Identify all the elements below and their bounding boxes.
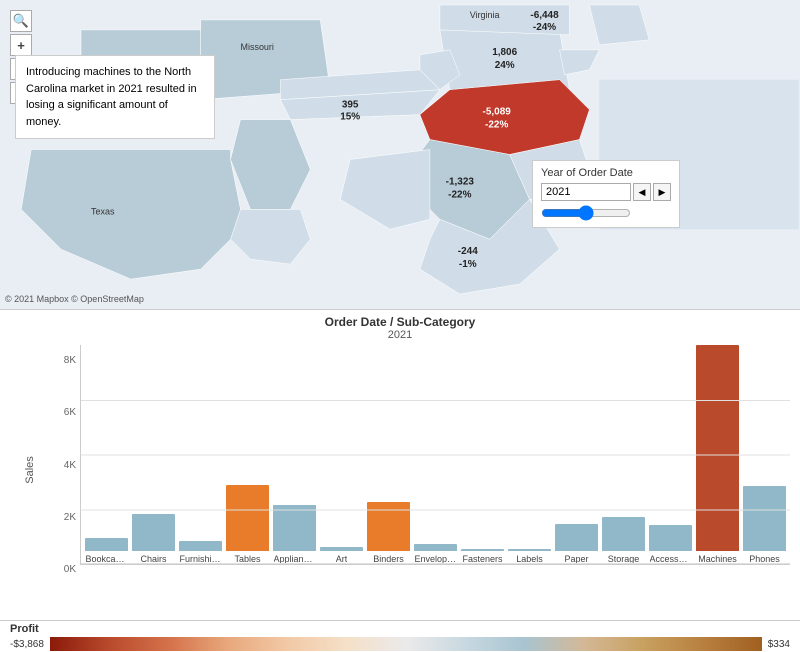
ga-pct: -22% (448, 189, 471, 200)
bar-group-3: Tables (226, 345, 269, 564)
y-tick-4k: 4K (64, 460, 76, 471)
profit-section: Profit -$3,868 $334 (0, 620, 800, 652)
bar-group-7: Envelopes (414, 345, 457, 564)
y-tick-8k: 8K (64, 355, 76, 366)
bar-label-4: Applianc... (274, 554, 316, 564)
bar-label-8: Fasteners (462, 554, 502, 564)
bar-group-13: Machines (696, 345, 739, 564)
profit-max: $334 (768, 639, 790, 650)
bar-applianc[interactable] (273, 505, 316, 551)
tn-pct: 15% (340, 112, 360, 123)
chart-title: Order Date / Sub-Category (10, 315, 790, 329)
bar-accessor[interactable] (649, 525, 692, 551)
bar-furnishin[interactable] (179, 541, 222, 551)
nc-pct: -22% (485, 120, 508, 131)
bar-label-0: Bookcases (86, 554, 128, 564)
missouri-label: Missouri (241, 42, 274, 52)
chart-subtitle: 2021 (10, 329, 790, 341)
bar-storage[interactable] (602, 517, 645, 551)
bar-label-3: Tables (234, 554, 260, 564)
fl-value: -244 (458, 246, 478, 257)
map-tooltip: Introducing machines to the North Caroli… (15, 55, 215, 139)
chart-section: Order Date / Sub-Category 2021 Sales 8K … (0, 310, 800, 620)
tn-value: 395 (342, 100, 359, 111)
year-filter: Year of Order Date 2021 ◀ ▶ (532, 160, 680, 228)
bars-container: Bookcases Chairs Furnishin... Tables Applian… (80, 345, 790, 565)
bar-group-1: Chairs (132, 345, 175, 564)
profit-label: Profit (10, 623, 39, 635)
bar-art[interactable] (320, 547, 363, 551)
search-btn[interactable]: 🔍 (10, 10, 32, 32)
year-filter-label: Year of Order Date (541, 167, 671, 179)
bar-envelopes[interactable] (414, 544, 457, 551)
year-prev-btn[interactable]: ◀ (633, 183, 651, 201)
bar-group-10: Paper (555, 345, 598, 564)
bar-label-13: Machines (698, 554, 737, 564)
pa-value: -6,448 (530, 10, 559, 21)
virginia-label: Virginia (470, 10, 500, 20)
tooltip-text: Introducing machines to the North Caroli… (26, 66, 197, 128)
year-slider[interactable] (541, 205, 631, 221)
map-section: Kansas Missouri Virginia -5,089 -22% 1,8… (0, 0, 800, 310)
year-next-btn[interactable]: ▶ (653, 183, 671, 201)
bar-label-9: Labels (516, 554, 543, 564)
bar-group-12: Accessor... (649, 345, 692, 564)
fl-pct: -1% (459, 259, 477, 270)
bar-group-9: Labels (508, 345, 551, 564)
bar-machines[interactable] (696, 345, 739, 551)
bar-label-2: Furnishin... (180, 554, 222, 564)
map-copyright: © 2021 Mapbox © OpenStreetMap (5, 294, 144, 304)
bar-binders[interactable] (367, 502, 410, 551)
bar-phones[interactable] (743, 486, 786, 551)
bar-group-0: Bookcases (85, 345, 128, 564)
bar-labels[interactable] (508, 549, 551, 551)
year-input[interactable]: 2021 (541, 183, 631, 201)
state-nj (589, 5, 649, 45)
bar-bookcases[interactable] (85, 538, 128, 551)
bar-label-14: Phones (749, 554, 780, 564)
va-pct: 24% (495, 60, 515, 71)
bar-label-10: Paper (564, 554, 588, 564)
bar-fasteners[interactable] (461, 549, 504, 551)
bar-group-11: Storage (602, 345, 645, 564)
bar-paper[interactable] (555, 524, 598, 551)
y-axis: 8K 6K 4K 2K 0K (50, 355, 80, 575)
bar-group-2: Furnishin... (179, 345, 222, 564)
bar-label-7: Envelopes (415, 554, 457, 564)
bar-label-6: Binders (373, 554, 404, 564)
texas-label: Texas (91, 206, 115, 216)
y-tick-0k: 0K (64, 564, 76, 575)
bar-chairs[interactable] (132, 514, 175, 551)
va-value: 1,806 (492, 47, 517, 58)
profit-min: -$3,868 (10, 639, 44, 650)
profit-gradient-bar (50, 637, 762, 651)
bar-label-12: Accessor... (650, 554, 692, 564)
bar-group-8: Fasteners (461, 345, 504, 564)
bar-label-1: Chairs (140, 554, 166, 564)
chart-area: Sales 8K 6K 4K 2K 0K Bookcases Chairs Furn… (10, 345, 790, 585)
pa-pct: -24% (533, 22, 556, 33)
bar-label-5: Art (336, 554, 348, 564)
nc-value: -5,089 (483, 107, 512, 118)
ga-value: -1,323 (446, 176, 475, 187)
bar-group-6: Binders (367, 345, 410, 564)
zoom-in-btn[interactable]: + (10, 34, 32, 56)
bar-tables[interactable] (226, 485, 269, 551)
bar-group-14: Phones (743, 345, 786, 564)
bar-group-4: Applianc... (273, 345, 316, 564)
y-tick-2k: 2K (64, 512, 76, 523)
bar-group-5: Art (320, 345, 363, 564)
y-tick-6k: 6K (64, 407, 76, 418)
bar-label-11: Storage (608, 554, 640, 564)
y-axis-label: Sales (24, 456, 36, 484)
